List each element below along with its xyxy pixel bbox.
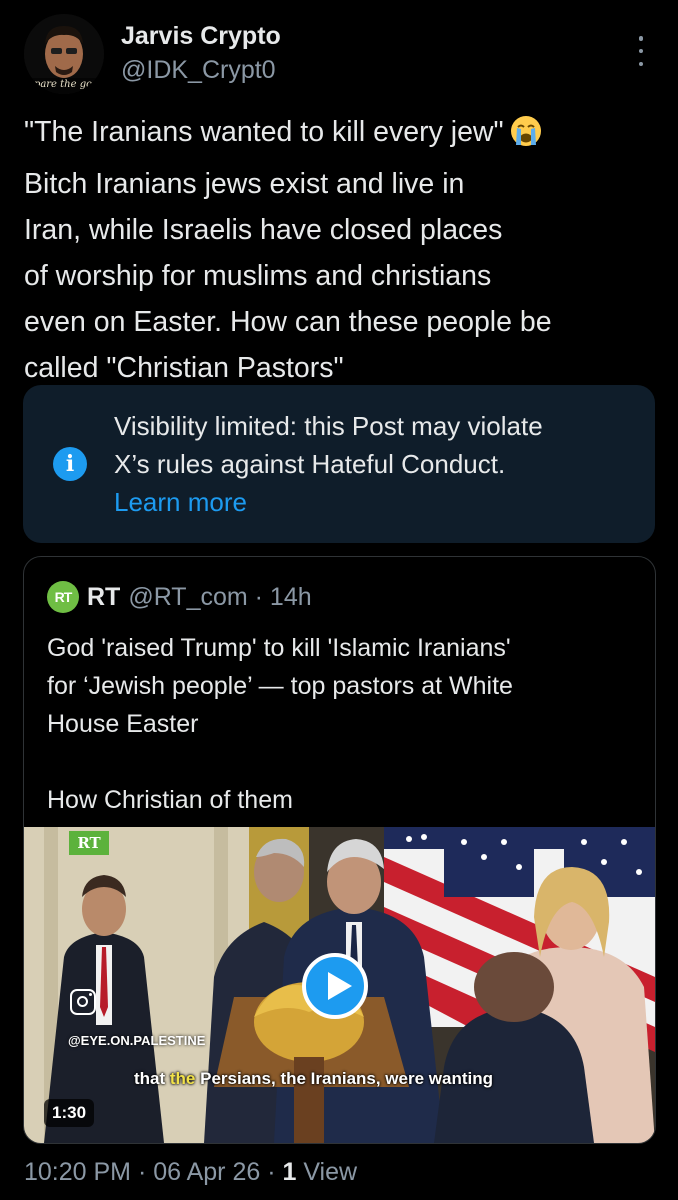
quoted-text-line: How Christian of them xyxy=(47,786,293,814)
subtitle-part: that xyxy=(134,1069,170,1088)
video-subtitle: that the Persians, the Iranians, were wa… xyxy=(134,1069,493,1089)
post-text-line: Bitch Iranians jews exist and live in xyxy=(24,168,465,200)
notice-line: Visibility limited: this Post may violat… xyxy=(114,411,543,441)
quoted-text-line: for ‘Jewish people’ — top pastors at Whi… xyxy=(47,672,513,700)
play-button-icon[interactable] xyxy=(302,953,368,1019)
avatar[interactable]: epare the go xyxy=(24,14,104,94)
more-options-icon[interactable] xyxy=(634,36,648,66)
subtitle-highlight: the xyxy=(169,1069,196,1088)
avatar-caption: epare the go xyxy=(28,79,93,90)
crying-face-emoji-icon xyxy=(510,115,542,161)
author-name[interactable]: Jarvis Crypto xyxy=(121,22,281,51)
more-dot xyxy=(638,36,644,41)
quoted-post[interactable]: RT RT @RT_com · 14h God 'raised Trump' t… xyxy=(23,556,656,1144)
quoted-post-text: God 'raised Trump' to kill 'Islamic Iran… xyxy=(47,629,637,819)
post-text-line: of worship for muslims and christians xyxy=(24,260,492,292)
quoted-text-gap xyxy=(47,743,637,781)
video-duration: 1:30 xyxy=(44,1099,95,1127)
notice-text: Visibility limited: this Post may violat… xyxy=(114,407,634,483)
quoted-author-name[interactable]: RT xyxy=(87,583,120,612)
quoted-text-line: House Easter xyxy=(47,710,199,738)
author-handle[interactable]: @IDK_Crypt0 xyxy=(121,56,276,85)
quoted-text-line: God 'raised Trump' to kill 'Islamic Iran… xyxy=(47,634,511,662)
learn-more-link[interactable]: Learn more xyxy=(114,483,247,521)
post-text-line: "The Iranians wanted to kill every jew" xyxy=(24,109,664,161)
post-text-line: Iran, while Israelis have closed places xyxy=(24,214,503,246)
instagram-handle: @EYE.ON.PALESTINE xyxy=(68,1033,206,1048)
rt-watermark: RT xyxy=(69,831,109,855)
more-dot xyxy=(638,48,644,54)
notice-line: X’s rules against Hateful Conduct. xyxy=(114,449,506,479)
post-header: epare the go Jarvis Crypto @IDK_Crypt0 xyxy=(24,14,654,94)
views-label: View xyxy=(296,1158,358,1186)
post-text: "The Iranians wanted to kill every jew" … xyxy=(24,109,664,391)
post-meta: 10:20 PM · 06 Apr 26 · 1 View xyxy=(24,1158,357,1187)
post-text-line-content: "The Iranians wanted to kill every jew" xyxy=(24,116,504,148)
rt-logo-icon: RT xyxy=(47,581,79,613)
post-text-line: even on Easter. How can these people be xyxy=(24,306,552,338)
info-icon: i xyxy=(53,447,87,481)
visibility-notice: i Visibility limited: this Post may viol… xyxy=(23,385,655,543)
instagram-icon xyxy=(70,989,96,1015)
quoted-post-header: RT RT @RT_com · 14h xyxy=(47,581,312,613)
quoted-author-handle-time: @RT_com · 14h xyxy=(128,582,312,611)
post-timestamp[interactable]: 10:20 PM · 06 Apr 26 · xyxy=(24,1158,282,1186)
more-dot xyxy=(638,61,644,66)
views-count: 1 xyxy=(282,1158,297,1186)
video-player[interactable]: RT @EYE.ON.PALESTINE that the Persians, … xyxy=(24,827,655,1143)
subtitle-part: Persians, the Iranians, were wanting xyxy=(195,1069,493,1088)
